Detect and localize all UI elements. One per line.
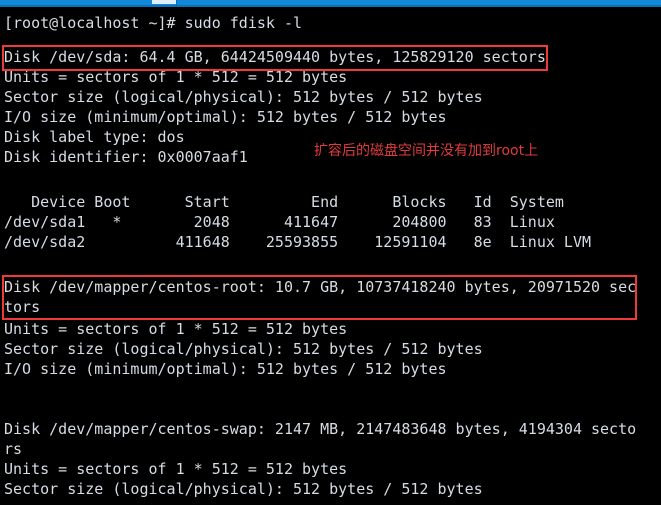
terminal-line-15: I/O size (minimum/optimal): 512 bytes / … bbox=[4, 360, 447, 378]
partition-row-sda2: /dev/sda2 411648 25593855 12591104 8e Li… bbox=[4, 233, 591, 251]
terminal-line-18: Disk /dev/mapper/centos-swap: 2147 MB, 2… bbox=[4, 420, 637, 438]
active-tab-indicator[interactable] bbox=[152, 0, 176, 4]
tab-divider bbox=[176, 0, 177, 7]
terminal-line-3: I/O size (minimum/optimal): 512 bytes / … bbox=[4, 108, 447, 126]
terminal-line-19: rs bbox=[4, 440, 23, 458]
annotation-note-text: 扩容后的磁盘空间并没有加到root上 bbox=[314, 143, 539, 159]
terminal-line-4: Disk label type: dos bbox=[4, 128, 185, 146]
terminal-window: [root@localhost ~]# sudo fdisk -l Disk /… bbox=[0, 0, 661, 505]
window-titlebar[interactable] bbox=[0, 0, 661, 7]
terminal-line-1: Units = sectors of 1 * 512 = 512 bytes bbox=[4, 68, 348, 86]
terminal-line-14: Sector size (logical/physical): 512 byte… bbox=[4, 340, 483, 358]
terminal-line-20: Units = sectors of 1 * 512 = 512 bytes bbox=[4, 460, 348, 478]
partition-row-sda1: /dev/sda1 * 2048 411647 204800 83 Linux bbox=[4, 213, 555, 231]
terminal-line-13: Units = sectors of 1 * 512 = 512 bytes bbox=[4, 320, 348, 338]
terminal-prompt-line: [root@localhost ~]# sudo fdisk -l bbox=[4, 14, 303, 32]
terminal-output-area[interactable]: [root@localhost ~]# sudo fdisk -l Disk /… bbox=[0, 7, 661, 505]
terminal-line-2: Sector size (logical/physical): 512 byte… bbox=[4, 88, 483, 106]
terminal-line-21: Sector size (logical/physical): 512 byte… bbox=[4, 480, 483, 498]
terminal-line-0: Disk /dev/sda: 64.4 GB, 64424509440 byte… bbox=[4, 48, 546, 66]
terminal-line-12: tors bbox=[4, 298, 41, 316]
terminal-line-5: Disk identifier: 0x0007aaf1 bbox=[4, 148, 248, 166]
terminal-line-11: Disk /dev/mapper/centos-root: 10.7 GB, 1… bbox=[4, 278, 637, 296]
partition-table-header: Device Boot Start End Blocks Id System bbox=[4, 193, 564, 211]
